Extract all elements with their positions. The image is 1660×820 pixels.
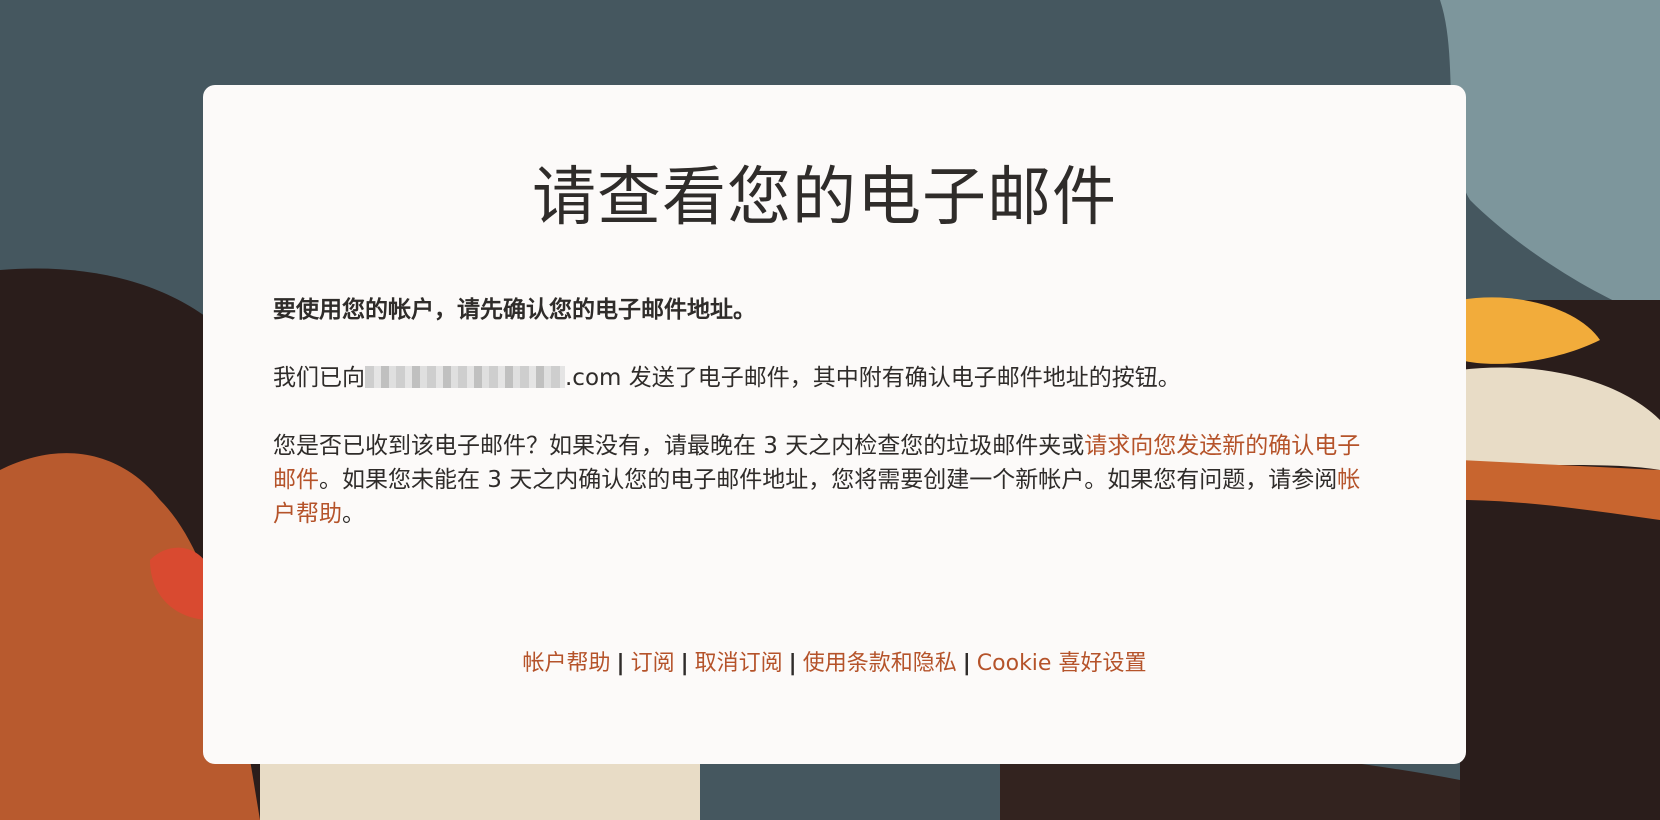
footer-link-account-help[interactable]: 帐户帮助	[523, 651, 611, 676]
footer-links: 帐户帮助 | 订阅 | 取消订阅 | 使用条款和隐私 | Cookie 喜好设置	[203, 645, 1466, 677]
help-part1: 您是否已收到该电子邮件？如果没有，请最晚在 3 天之内检查您的垃圾邮件夹或	[273, 433, 1085, 460]
sent-prefix: 我们已向	[273, 365, 365, 392]
footer-link-unsubscribe[interactable]: 取消订阅	[695, 651, 783, 676]
footer-separator: |	[616, 651, 625, 676]
sent-message: 我们已向 .com 发送了电子邮件，其中附有确认电子邮件地址的按钮。	[273, 361, 1376, 395]
sent-suffix: 发送了电子邮件，其中附有确认电子邮件地址的按钮。	[621, 365, 1181, 392]
intro-text: 要使用您的帐户，请先确认您的电子邮件地址。	[273, 297, 756, 324]
footer-separator: |	[788, 651, 797, 676]
help-part3: 。	[342, 501, 365, 528]
email-domain: .com	[565, 365, 622, 392]
footer-link-cookie-preferences[interactable]: Cookie 喜好设置	[977, 651, 1147, 676]
page-title: 请查看您的电子邮件	[532, 161, 1117, 235]
footer-link-terms-privacy[interactable]: 使用条款和隐私	[803, 651, 957, 676]
footer-link-subscribe[interactable]: 订阅	[631, 651, 675, 676]
footer-separator: |	[680, 651, 689, 676]
footer-separator: |	[962, 651, 971, 676]
redacted-email	[365, 366, 565, 389]
help-part2: 。如果您未能在 3 天之内确认您的电子邮件地址，您将需要创建一个新帐户。如果您有…	[319, 467, 1338, 494]
verification-card: 请查看您的电子邮件 要使用您的帐户，请先确认您的电子邮件地址。 我们已向 .com…	[203, 85, 1466, 764]
help-message: 您是否已收到该电子邮件？如果没有，请最晚在 3 天之内检查您的垃圾邮件夹或请求向…	[273, 429, 1376, 531]
